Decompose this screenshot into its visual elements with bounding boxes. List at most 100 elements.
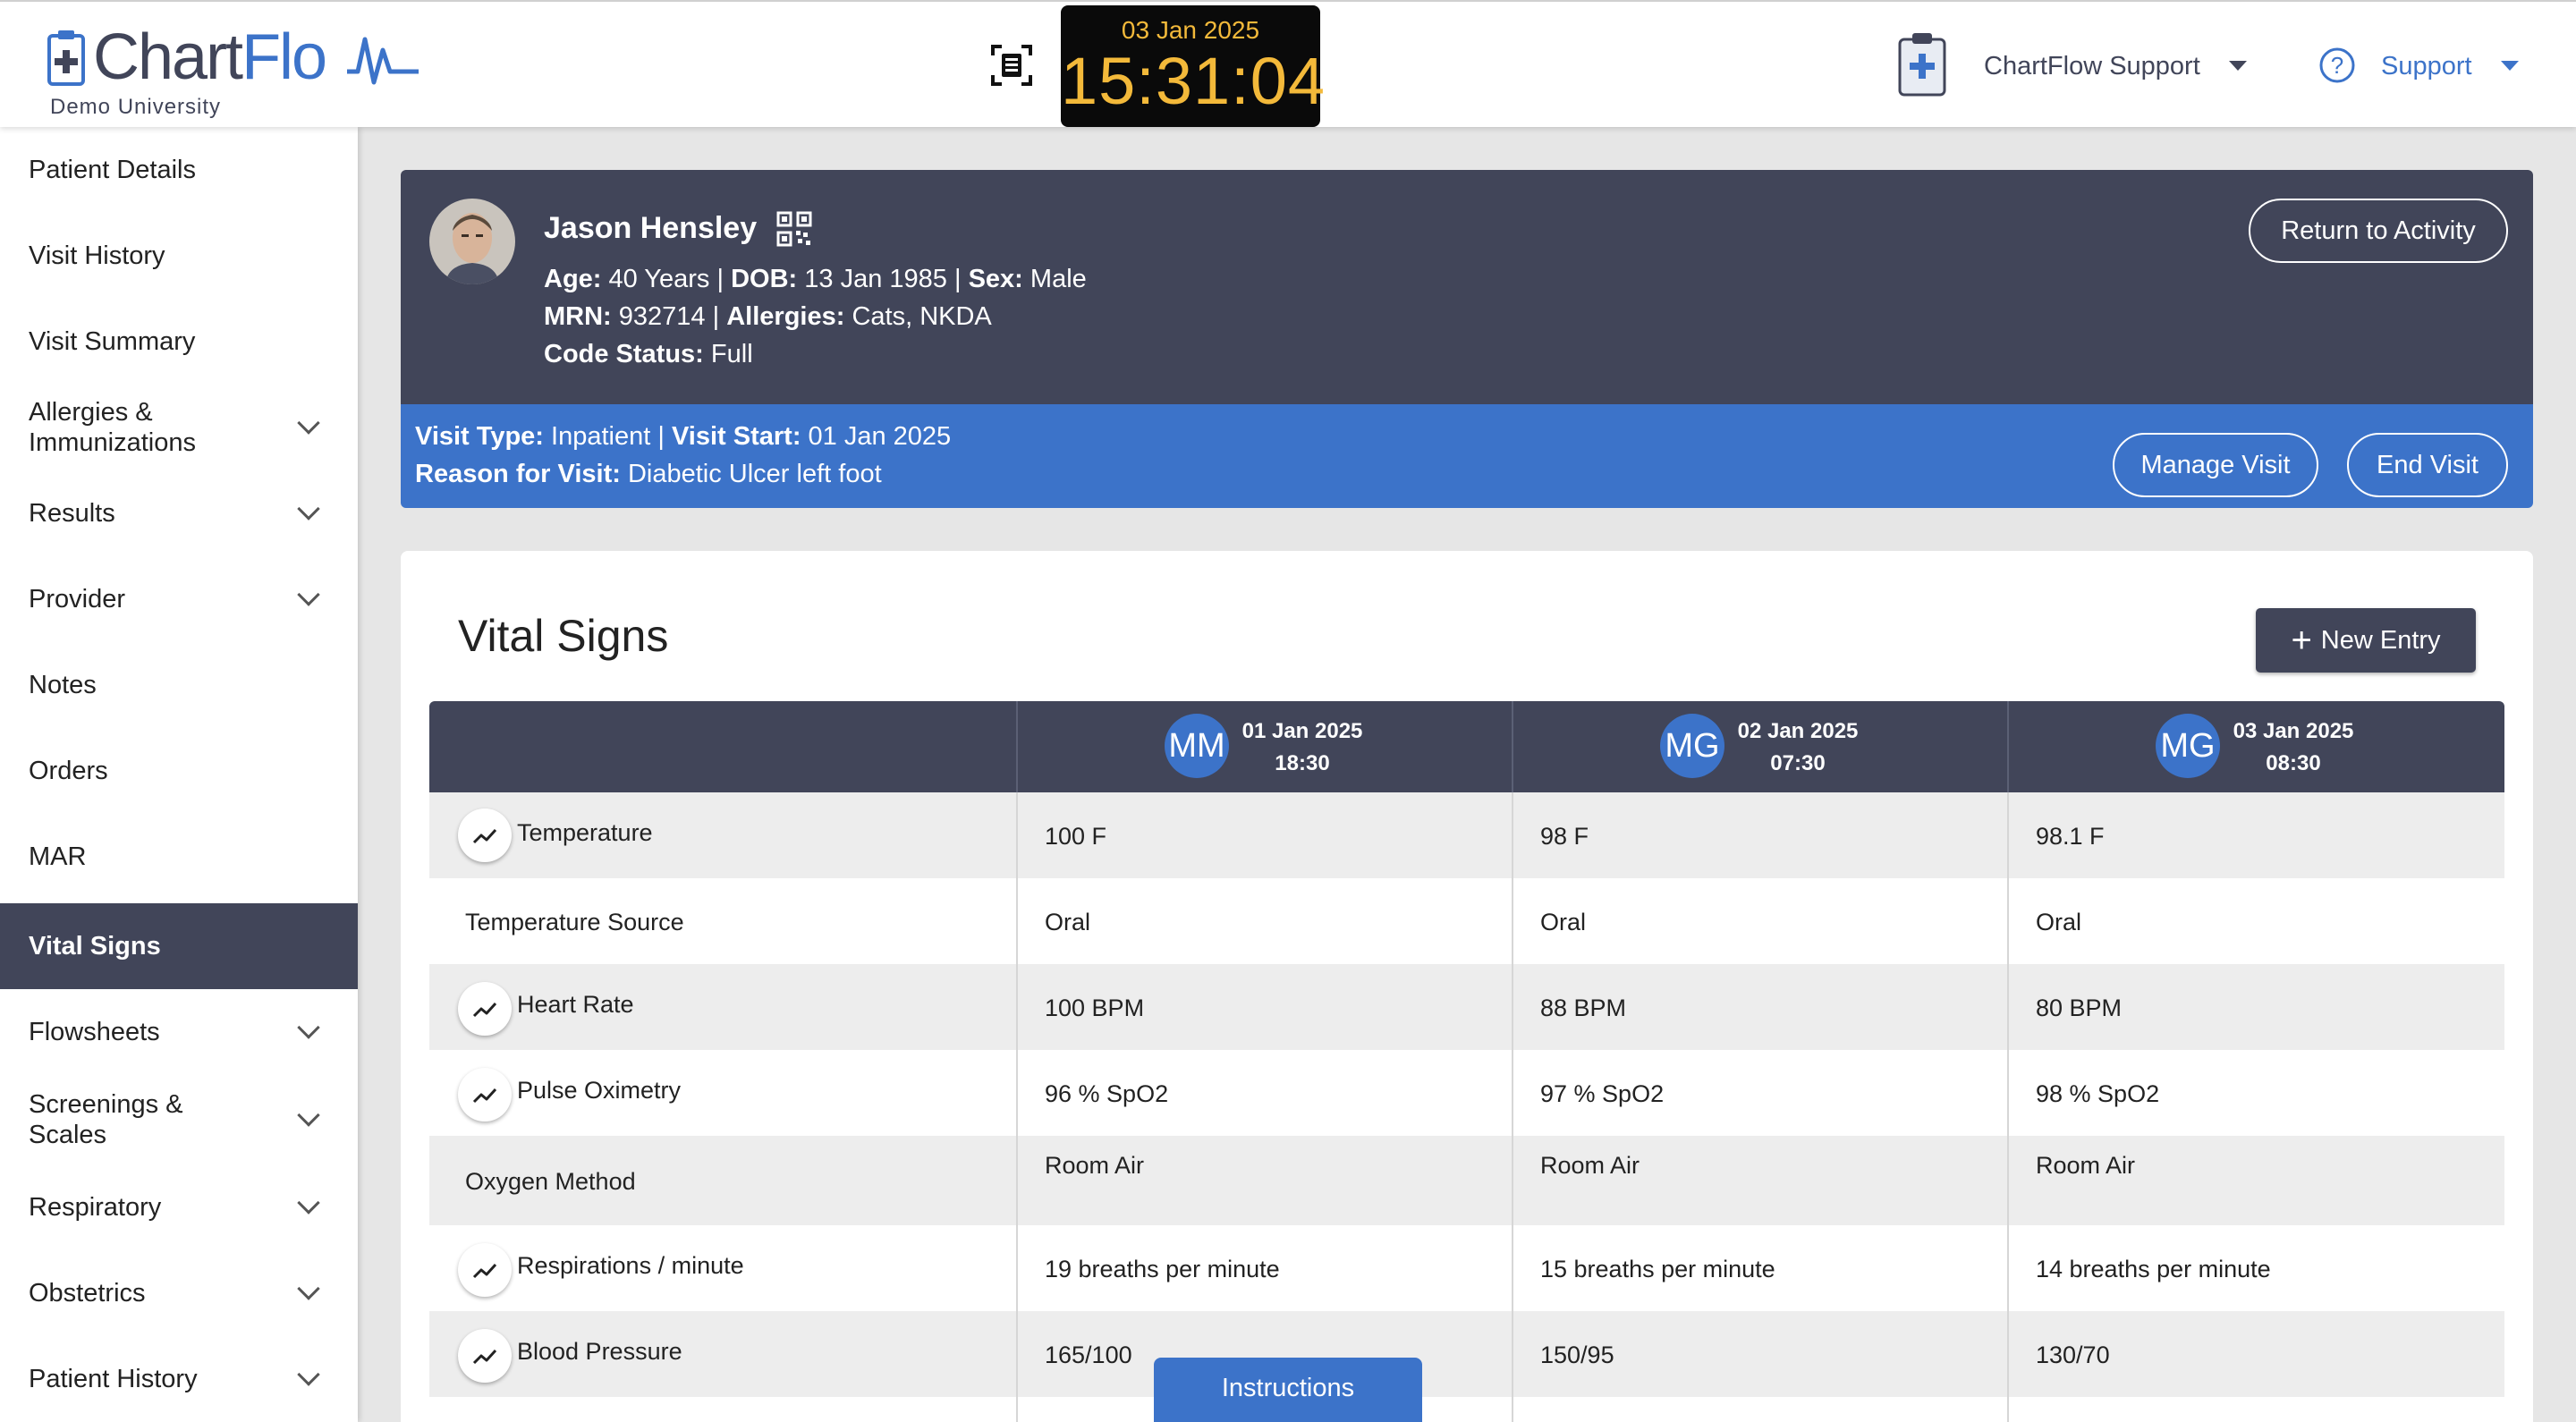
row-label: Heart Rate: [517, 991, 634, 1018]
chevron-down-icon: [297, 1277, 320, 1300]
sidebar-item-label: Screenings & Scales: [29, 1090, 183, 1149]
trend-chart-icon[interactable]: [458, 982, 512, 1036]
top-bar: ChartFlo Demo University 03 Jan 2025 15:…: [0, 0, 2576, 127]
table-row-temperature: Temperature 100 F 98 F 98.1 F: [429, 792, 2504, 878]
trend-chart-icon[interactable]: [458, 1243, 512, 1297]
entry-time: 18:30: [1275, 751, 1330, 775]
user-menu-caret-icon[interactable]: [2229, 61, 2247, 71]
row-label: Oxygen Method: [465, 1168, 636, 1195]
sidebar-item-notes[interactable]: Notes: [0, 642, 358, 728]
row-label: Temperature Source: [465, 909, 684, 935]
entry-column-header[interactable]: MG 02 Jan 2025 07:30: [1512, 701, 2007, 792]
simulation-clock: 03 Jan 2025 15:31:04: [1061, 5, 1325, 127]
sidebar-item-vital-signs[interactable]: Vital Signs: [0, 903, 358, 989]
sidebar-item-obstetrics[interactable]: Obstetrics: [0, 1250, 358, 1336]
help-icon[interactable]: ?: [2318, 47, 2356, 84]
author-avatar: MM: [1165, 714, 1229, 778]
sidebar-nav: Patient Details Visit History Visit Summ…: [0, 127, 358, 1422]
entry-column-header[interactable]: MG 03 Jan 2025 08:30: [2007, 701, 2504, 792]
qr-code-icon[interactable]: [776, 211, 812, 247]
chevron-down-icon: [297, 1016, 320, 1039]
patient-code-status: Code Status: Full: [544, 340, 753, 369]
visit-type-start: Visit Type: Inpatient | Visit Start: 01 …: [415, 422, 951, 452]
separator: |: [716, 265, 724, 293]
table-cell: 98.1 F: [2036, 823, 2105, 850]
sidebar-item-label: Obstetrics: [29, 1278, 146, 1308]
vital-signs-panel: Vital Signs + New Entry MM 01 Jan 2025 18…: [401, 551, 2533, 1422]
sidebar-item-patient-history[interactable]: Patient History: [0, 1336, 358, 1422]
sidebar-item-label: Vital Signs: [29, 931, 161, 961]
sidebar-item-allergies-immunizations[interactable]: Allergies & Immunizations: [0, 385, 358, 470]
instructions-button[interactable]: Instructions: [1154, 1358, 1422, 1422]
author-avatar: MG: [1660, 714, 1724, 778]
plus-icon: +: [2291, 621, 2312, 660]
separator: |: [657, 422, 665, 451]
table-cell: 14 breaths per minute: [2036, 1256, 2271, 1282]
table-cell: Oral: [2036, 909, 2082, 935]
table-cell: 19 breaths per minute: [1045, 1256, 1280, 1282]
table-row-respirations: Respirations / minute 19 breaths per min…: [429, 1225, 2504, 1311]
entry-time: 07:30: [1770, 751, 1826, 775]
clipboard-icon[interactable]: [1896, 30, 1948, 97]
sidebar-item-label: Orders: [29, 756, 108, 785]
trend-chart-icon[interactable]: [458, 808, 512, 862]
row-label: Pulse Oximetry: [517, 1077, 682, 1104]
age-value: 40 Years: [608, 265, 710, 293]
table-cell: 150/95: [1540, 1342, 1614, 1368]
patient-mrn-allergies: MRN: 932714 | Allergies: Cats, NKDA: [544, 302, 992, 332]
manage-visit-button[interactable]: Manage Visit: [2113, 433, 2318, 497]
separator: |: [712, 302, 720, 331]
table-cell: 130/70: [2036, 1342, 2110, 1368]
table-cell: 98 F: [1540, 823, 1589, 850]
sidebar-item-respiratory[interactable]: Respiratory: [0, 1164, 358, 1250]
sidebar-item-label: Patient History: [29, 1364, 198, 1393]
table-cell: 165/100: [1045, 1342, 1132, 1368]
sidebar-item-visit-summary[interactable]: Visit Summary: [0, 299, 358, 385]
user-menu[interactable]: ChartFlow Support: [1984, 52, 2200, 81]
vitals-table-header: MM 01 Jan 2025 18:30 MG 02 Jan 2025 07:30 …: [429, 701, 2504, 792]
trend-chart-icon[interactable]: [458, 1068, 512, 1122]
entry-date: 02 Jan 2025: [1737, 719, 1859, 743]
entry-date: 01 Jan 2025: [1241, 719, 1363, 743]
sidebar-item-flowsheets[interactable]: Flowsheets: [0, 989, 358, 1075]
table-row-oxygen-method: Oxygen Method Room Air Room Air Room Air: [429, 1136, 2504, 1225]
trend-chart-icon[interactable]: [458, 1329, 512, 1383]
entry-datetime: 02 Jan 2025 07:30: [1735, 715, 1860, 780]
screen-capture-icon[interactable]: [991, 45, 1032, 86]
chevron-down-icon: [297, 1191, 320, 1215]
sidebar-item-orders[interactable]: Orders: [0, 728, 358, 814]
support-menu-caret-icon[interactable]: [2501, 61, 2519, 71]
sidebar-item-visit-history[interactable]: Visit History: [0, 213, 358, 299]
end-visit-button[interactable]: End Visit: [2347, 433, 2508, 497]
new-entry-button[interactable]: + New Entry: [2256, 608, 2476, 673]
allergies-value: Cats, NKDA: [852, 302, 992, 331]
sidebar-item-provider[interactable]: Provider: [0, 556, 358, 642]
sidebar-item-mar[interactable]: MAR: [0, 814, 358, 900]
table-cell: Room Air: [1540, 1152, 1640, 1179]
dob-label: DOB:: [731, 265, 798, 293]
visit-reason-value: Diabetic Ulcer left foot: [627, 460, 882, 488]
visit-info-bar: Visit Type: Inpatient | Visit Start: 01 …: [401, 404, 2533, 508]
entry-time: 08:30: [2266, 751, 2321, 775]
table-cell: 98 % SpO2: [2036, 1080, 2160, 1107]
code-status-label: Code Status:: [544, 340, 704, 368]
sidebar-item-label: Visit History: [29, 241, 165, 270]
sidebar-item-patient-details[interactable]: Patient Details: [0, 127, 358, 213]
new-entry-label: New Entry: [2320, 625, 2441, 655]
sidebar-item-label: Respiratory: [29, 1192, 162, 1222]
mrn-label: MRN:: [544, 302, 612, 331]
sidebar-item-results[interactable]: Results: [0, 470, 358, 556]
column-divider: [2007, 792, 2009, 1422]
return-to-activity-button[interactable]: Return to Activity: [2249, 199, 2508, 263]
support-menu[interactable]: Support: [2381, 52, 2472, 81]
code-status-value: Full: [710, 340, 753, 368]
sidebar-item-screenings-scales[interactable]: Screenings & Scales: [0, 1075, 358, 1164]
column-divider: [1016, 792, 1018, 1422]
chevron-down-icon: [297, 411, 320, 435]
table-row-heart-rate: Heart Rate 100 BPM 88 BPM 80 BPM: [429, 964, 2504, 1050]
entry-column-header[interactable]: MM 01 Jan 2025 18:30: [1016, 701, 1512, 792]
entry-datetime: 01 Jan 2025 18:30: [1240, 715, 1365, 780]
visit-reason-label: Reason for Visit:: [415, 460, 621, 488]
age-label: Age:: [544, 265, 602, 293]
entry-datetime: 03 Jan 2025 08:30: [2231, 715, 2356, 780]
